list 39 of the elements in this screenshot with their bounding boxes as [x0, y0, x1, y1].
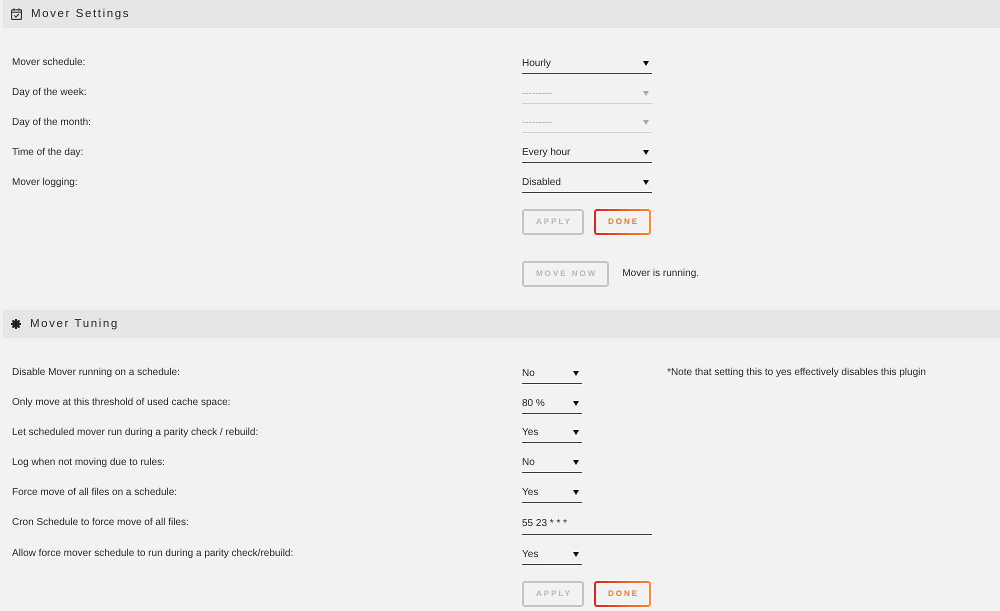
caret-icon [573, 460, 579, 466]
caret-icon [573, 490, 579, 496]
dropdown[interactable]: Hourly [522, 52, 652, 74]
caret-icon [643, 180, 649, 186]
dropdown[interactable]: No [522, 451, 582, 474]
field-label: Disable Mover running on a schedule: [12, 367, 180, 378]
note-text: *Note that setting this to yes effectively disables this plugin [667, 367, 927, 378]
caret-icon [643, 60, 649, 66]
caret-icon [643, 90, 649, 96]
dropdown[interactable]: Yes [522, 481, 582, 504]
dropdown[interactable]: Every hour [522, 141, 652, 164]
text-input[interactable]: 55 23 * * * [522, 510, 652, 535]
field-label: Cron Schedule to force move of all files: [12, 517, 189, 528]
gear-icon [11, 318, 21, 329]
field-label: Day of the month: [12, 116, 91, 128]
caret-icon [573, 400, 579, 406]
dropdown[interactable]: Yes [522, 421, 582, 444]
caret-icon [643, 120, 649, 126]
calendar-check-icon [11, 8, 22, 20]
caret-icon [573, 370, 579, 376]
field-label: Let scheduled mover run during a parity check / rebuild: [12, 426, 258, 438]
field-label: Time of the day: [12, 146, 84, 158]
dropdown[interactable]: Yes [522, 542, 582, 565]
status-text: Mover is running. [622, 268, 700, 280]
dropdown[interactable]: Disabled [522, 171, 652, 194]
field-label: Mover schedule: [12, 57, 86, 68]
caret-icon [573, 430, 579, 436]
caret-icon [573, 552, 579, 557]
caret-icon [643, 150, 649, 156]
field-label: Day of the week: [12, 87, 86, 98]
field-label: Mover logging: [12, 176, 78, 188]
field-label: Only move at this threshold of used cache space: [12, 397, 230, 408]
field-label: Log when not moving due to rules: [12, 456, 165, 468]
dropdown[interactable]: No [522, 362, 582, 384]
dropdown[interactable]: 80 % [522, 392, 582, 414]
field-label: Force move of all files on a schedule: [12, 486, 178, 498]
section-title: Mover Tuning [30, 318, 119, 330]
section-title: Mover Settings [31, 8, 130, 20]
field-label: Allow force mover schedule to run during a parity check/rebuild: [12, 548, 294, 560]
